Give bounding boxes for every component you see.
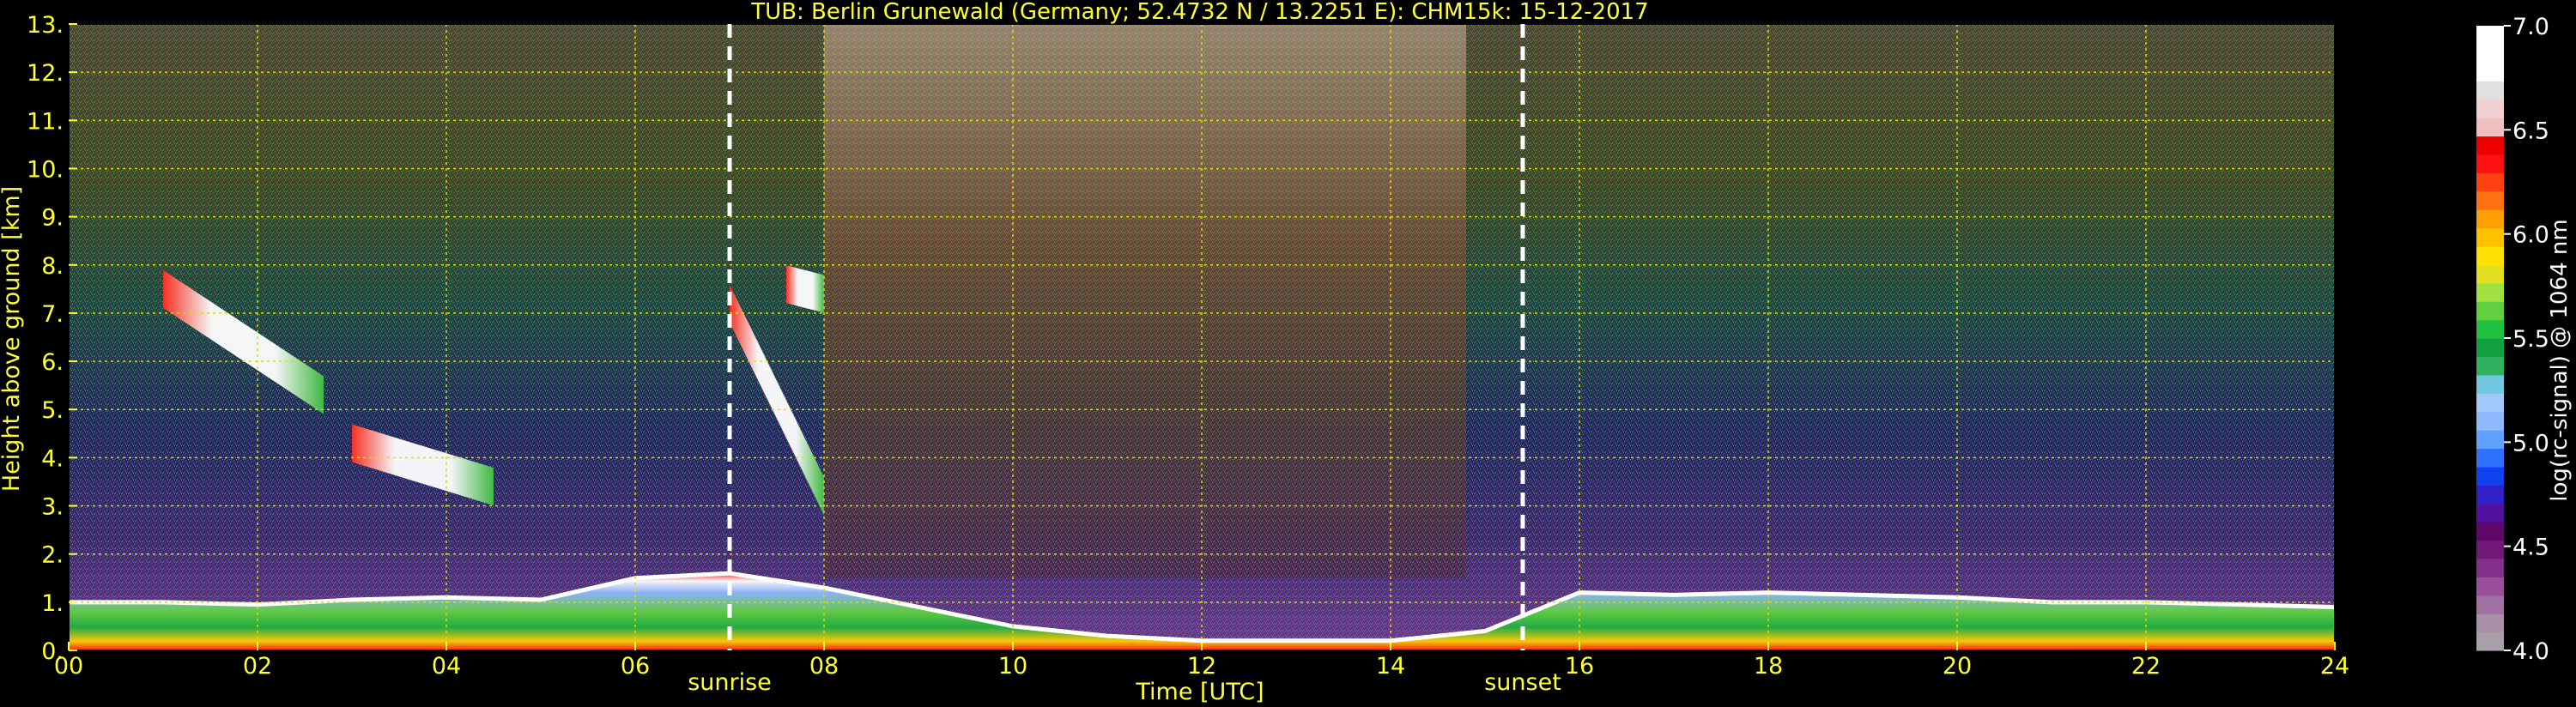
colorbar-segment <box>2476 356 2504 376</box>
y-tick-label: 11. <box>27 108 64 135</box>
y-tick-label: 13. <box>27 12 64 39</box>
colorbar-segment <box>2476 430 2504 450</box>
x-tick-label: 04 <box>432 653 461 680</box>
lidar-chart: 00 02 04 06 08 10 12 14 16 18 20 22 240.1.2.3.4.5.6.… <box>0 0 2573 705</box>
x-tick-label: 14 <box>1376 653 1405 680</box>
colorbar-segment <box>2476 595 2504 614</box>
colorbar-segment <box>2476 282 2504 302</box>
colorbar-segment <box>2476 503 2504 523</box>
colorbar-segment <box>2476 26 2504 45</box>
y-tick-label: 4. <box>41 445 64 472</box>
colorbar-segment <box>2476 466 2504 486</box>
y-tick-label: 12. <box>27 60 64 87</box>
colorbar-tick-label: 6.5 <box>2512 118 2549 144</box>
colorbar-segment <box>2476 411 2504 431</box>
x-axis-label: Time [UTC] <box>1135 679 1264 705</box>
colorbar-segment <box>2476 154 2504 173</box>
colorbar-tick-label: 7.0 <box>2512 14 2549 40</box>
x-tick-label: 10 <box>998 653 1027 680</box>
y-tick-label: 3. <box>41 494 64 521</box>
y-tick-label: 0. <box>41 638 64 665</box>
x-tick-label: 20 <box>1943 653 1972 680</box>
colorbar-segment <box>2476 448 2504 468</box>
sunset-label: sunset <box>1484 669 1561 696</box>
y-tick-label: 5. <box>41 397 64 424</box>
x-tick-label: 22 <box>2131 653 2161 680</box>
sunrise-label: sunrise <box>688 669 772 696</box>
colorbar-segment <box>2476 209 2504 229</box>
colorbar-tick-label: 5.5 <box>2512 326 2549 353</box>
colorbar-segment <box>2476 577 2504 596</box>
x-tick-label: 08 <box>809 653 839 680</box>
y-tick-label: 9. <box>41 205 64 232</box>
colorbar-tick-label: 6.0 <box>2512 222 2549 249</box>
colorbar-tick-label: 5.0 <box>2512 430 2549 456</box>
chart-title: TUB: Berlin Grunewald (Germany; 52.4732 … <box>750 0 1648 25</box>
colorbar-segment <box>2476 301 2504 321</box>
x-tick-label: 16 <box>1565 653 1594 680</box>
colorbar-tick-label: 4.5 <box>2512 535 2549 561</box>
colorbar-segment <box>2476 558 2504 577</box>
y-tick-label: 7. <box>41 301 64 328</box>
y-tick-label: 8. <box>41 253 64 280</box>
x-tick-label: 12 <box>1187 653 1216 680</box>
colorbar-segment <box>2476 245 2504 265</box>
colorbar-segment <box>2476 44 2504 63</box>
colorbar-segment <box>2476 374 2504 394</box>
colorbar-segment <box>2476 99 2504 118</box>
colorbar-segment <box>2476 631 2504 651</box>
colorbar: 4.0 4.5 5.0 5.5 6.0 6.5 7.0 <box>2476 14 2549 665</box>
y-tick-label: 1. <box>41 590 64 617</box>
x-tick-label: 18 <box>1754 653 1783 680</box>
colorbar-tick-label: 4.0 <box>2512 638 2549 665</box>
colorbar-segment <box>2476 522 2504 541</box>
colorbar-segment <box>2476 319 2504 339</box>
x-tick-label: 24 <box>2320 653 2349 680</box>
colorbar-segment <box>2476 136 2504 155</box>
colorbar-segment <box>2476 81 2504 100</box>
colorbar-segment <box>2476 338 2504 358</box>
colorbar-label: log(rc-signal) @ 1064 nm <box>2547 219 2573 501</box>
colorbar-segment <box>2476 118 2504 137</box>
colorbar-segment <box>2476 62 2504 82</box>
colorbar-segment <box>2476 485 2504 505</box>
y-tick-label: 2. <box>41 542 64 569</box>
colorbar-segment <box>2476 613 2504 633</box>
y-tick-label: 10. <box>27 156 64 183</box>
colorbar-segment <box>2476 227 2504 247</box>
x-tick-label: 02 <box>243 653 272 680</box>
y-tick-label: 6. <box>41 349 64 376</box>
colorbar-segment <box>2476 172 2504 192</box>
colorbar-segment <box>2476 540 2504 559</box>
colorbar-segment <box>2476 190 2504 210</box>
colorbar-segment <box>2476 264 2504 284</box>
x-tick-label: 06 <box>621 653 650 680</box>
y-axis-label: Height above ground [km] <box>0 186 25 492</box>
colorbar-segment <box>2476 393 2504 413</box>
